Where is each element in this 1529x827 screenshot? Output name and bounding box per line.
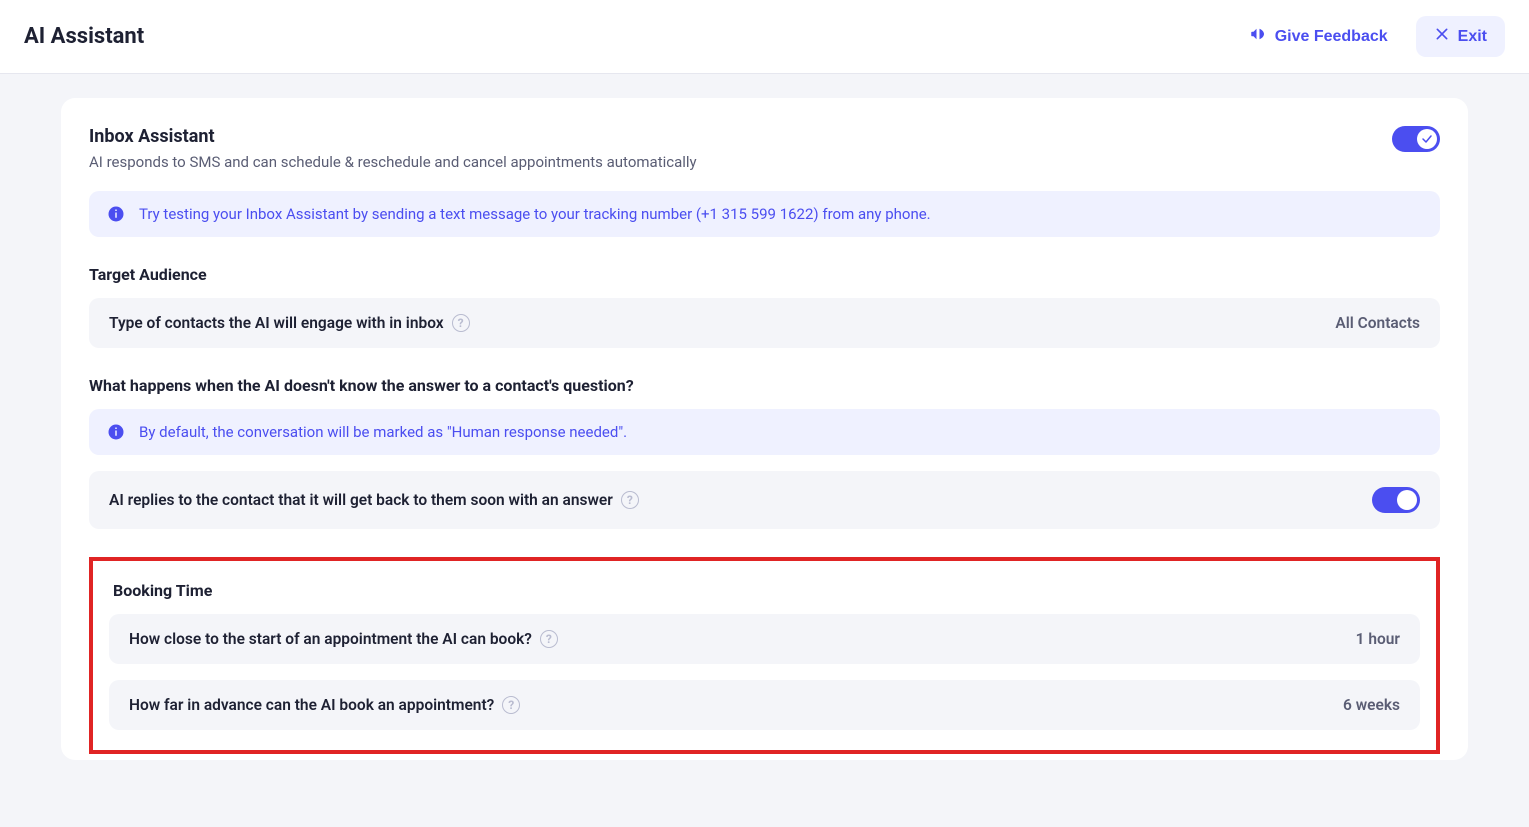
fallback-info-banner: By default, the conversation will be mar… [89, 409, 1440, 455]
fallback-reply-toggle[interactable] [1372, 487, 1420, 513]
help-icon[interactable]: ? [540, 630, 558, 648]
content: Inbox Assistant AI responds to SMS and c… [37, 98, 1492, 760]
booking-time-highlight: Booking Time How close to the start of a… [89, 557, 1440, 754]
exit-button[interactable]: Exit [1416, 16, 1505, 57]
fallback-heading: What happens when the AI doesn't know th… [89, 376, 1440, 395]
inbox-assistant-title: Inbox Assistant [89, 126, 697, 147]
booking-close-value: 1 hour [1356, 630, 1400, 648]
booking-advance-value: 6 weeks [1343, 696, 1400, 714]
info-icon [107, 205, 125, 223]
toggle-knob [1397, 490, 1417, 510]
close-icon [1434, 26, 1450, 47]
inbox-assistant-subtitle: AI responds to SMS and can schedule & re… [89, 153, 697, 171]
help-icon[interactable]: ? [452, 314, 470, 332]
toggle-knob [1417, 129, 1437, 149]
megaphone-icon [1249, 25, 1267, 48]
info-icon [107, 423, 125, 441]
help-icon[interactable]: ? [621, 491, 639, 509]
inbox-assistant-toggle[interactable] [1392, 126, 1440, 152]
fallback-reply-label: AI replies to the contact that it will g… [109, 491, 639, 509]
target-audience-row[interactable]: Type of contacts the AI will engage with… [89, 298, 1440, 348]
booking-advance-label: How far in advance can the AI book an ap… [129, 696, 520, 714]
settings-card: Inbox Assistant AI responds to SMS and c… [61, 98, 1468, 760]
topbar-actions: Give Feedback Exit [1237, 16, 1505, 57]
exit-label: Exit [1458, 28, 1487, 46]
fallback-info-text: By default, the conversation will be mar… [139, 423, 627, 441]
inbox-info-text: Try testing your Inbox Assistant by send… [139, 205, 931, 223]
page-title: AI Assistant [24, 24, 144, 49]
fallback-reply-row: AI replies to the contact that it will g… [89, 471, 1440, 529]
help-icon[interactable]: ? [502, 696, 520, 714]
target-audience-heading: Target Audience [89, 265, 1440, 284]
inbox-assistant-header: Inbox Assistant AI responds to SMS and c… [89, 126, 1440, 171]
booking-close-row[interactable]: How close to the start of an appointment… [109, 614, 1420, 664]
topbar: AI Assistant Give Feedback Exit [0, 0, 1529, 74]
inbox-info-banner: Try testing your Inbox Assistant by send… [89, 191, 1440, 237]
fallback-block: What happens when the AI doesn't know th… [89, 376, 1440, 529]
target-audience-value: All Contacts [1335, 314, 1420, 332]
target-audience-block: Target Audience Type of contacts the AI … [89, 265, 1440, 348]
booking-time-heading: Booking Time [113, 581, 1420, 600]
booking-close-label: How close to the start of an appointment… [129, 630, 558, 648]
booking-advance-row[interactable]: How far in advance can the AI book an ap… [109, 680, 1420, 730]
give-feedback-label: Give Feedback [1275, 28, 1388, 46]
target-audience-label: Type of contacts the AI will engage with… [109, 314, 470, 332]
give-feedback-button[interactable]: Give Feedback [1237, 17, 1400, 56]
check-icon [1421, 133, 1433, 145]
